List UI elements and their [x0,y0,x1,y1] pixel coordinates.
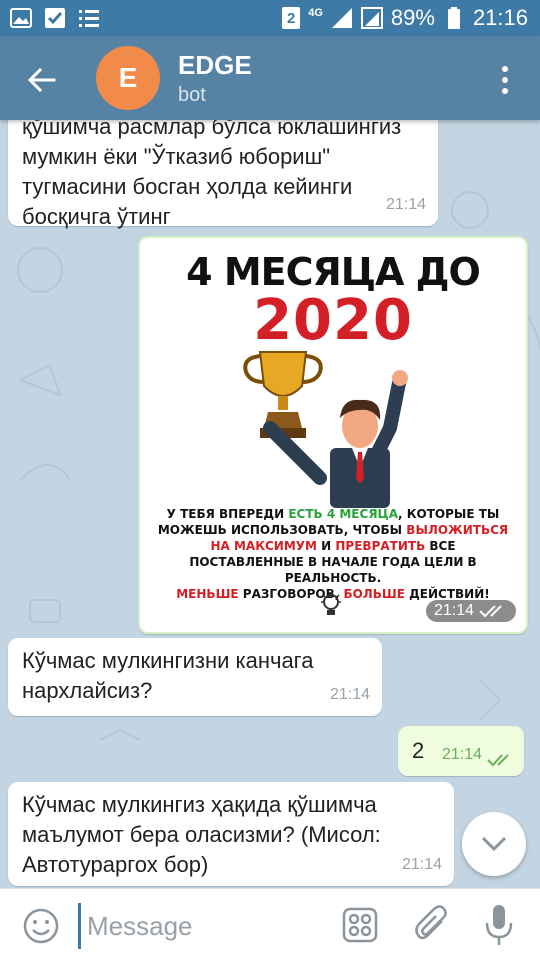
chevron-down-icon [481,836,507,852]
battery-icon [443,7,465,29]
bot-commands-icon [342,907,378,943]
businessman-illustration [263,370,408,508]
double-check-icon [479,605,502,618]
message-list[interactable]: қўшимча расмлар бўлса юклашингиз мумкин … [0,120,540,888]
message-text: Кўчмас мулкингизни канчага нархлайсиз? [22,648,314,703]
message-text: Кўчмас мулкингиз ҳақида қўшимча маълумот… [22,792,381,877]
message-time: 21:14 [433,602,474,619]
chat-title[interactable]: EDGE [178,50,252,81]
back-button[interactable] [20,58,64,102]
message-text: 2 [412,738,425,763]
caption-highlight: ЕСТЬ 4 МЕСЯЦА [288,507,398,521]
caption-part: ДЕЙСТВИЙ! [404,587,490,601]
more-vert-dot [502,88,508,94]
bot-commands-button[interactable] [342,907,378,943]
caption-highlight: МЕНЬШЕ [176,587,239,601]
voice-message-button[interactable] [484,903,514,947]
avatar-letter: E [118,62,138,93]
signal-icon [360,7,383,29]
network-type: 4G [308,7,323,19]
caption-highlight: БОЛЬШЕ [343,587,405,601]
image-icon [10,7,32,29]
chat-subtitle: bot [178,84,206,106]
message-image[interactable]: 4 МЕСЯЦА ДО 2020 У ТЕБЯ ВПЕРЕДИ ЕСТЬ 4 М… [138,236,528,634]
caption-highlight: ПРЕВРАТИТЬ [335,539,426,553]
message-composer [0,888,540,961]
list-icon [78,7,100,29]
attach-icon [415,905,447,940]
more-options-button[interactable] [490,60,520,100]
status-bar: 2 4G 89% 21:16 [0,0,540,36]
message-input[interactable] [78,903,329,949]
image-caption: У ТЕБЯ ВПЕРЕДИ ЕСТЬ 4 МЕСЯЦА, КОТОРЫЕ ТЫ… [152,506,514,602]
caption-part: И [316,539,336,553]
image-time-badge: 21:14 [425,600,516,622]
battery-percent: 89% [390,5,435,30]
scroll-to-bottom-button[interactable] [462,812,526,876]
message-bubble-outgoing[interactable]: 2 21:14 [398,726,524,776]
double-check-icon [487,754,509,767]
chat-header: E EDGE bot [0,36,540,120]
emoji-icon [23,908,59,944]
back-arrow-icon [28,68,56,92]
sim-number: 2 [287,9,296,27]
clock: 21:16 [472,5,528,30]
message-time: 21:14 [441,746,482,763]
message-time: 21:14 [401,856,442,873]
checkbox-icon [44,7,66,29]
image-title-line2: 2020 [253,288,413,353]
message-bubble-incoming[interactable]: Кўчмас мулкингизни канчага нархлайсиз? 2… [8,638,382,716]
status-bar-right: 2 4G 89% 21:16 [282,5,540,31]
avatar[interactable]: E [96,46,160,110]
sim-icon: 2 [282,7,301,29]
status-bar-left [0,7,100,29]
more-vert-icon [502,66,508,72]
message-bubble-incoming[interactable]: қўшимча расмлар бўлса юклашингиз мумкин … [8,120,438,229]
message-bubble-incoming[interactable]: Кўчмас мулкингиз ҳақида қўшимча маълумот… [8,782,454,886]
more-vert-dot [502,77,508,83]
emoji-button[interactable] [22,907,60,945]
caption-part: У ТЕБЯ ВПЕРЕДИ [166,507,289,521]
message-time: 21:14 [385,196,426,213]
message-time: 21:14 [329,686,370,703]
mic-icon [485,905,513,945]
signal-icon [331,7,353,29]
lightbulb-icon [321,592,341,615]
message-text: қўшимча расмлар бўлса юклашингиз мумкин … [22,120,402,229]
attach-button[interactable] [414,905,450,945]
